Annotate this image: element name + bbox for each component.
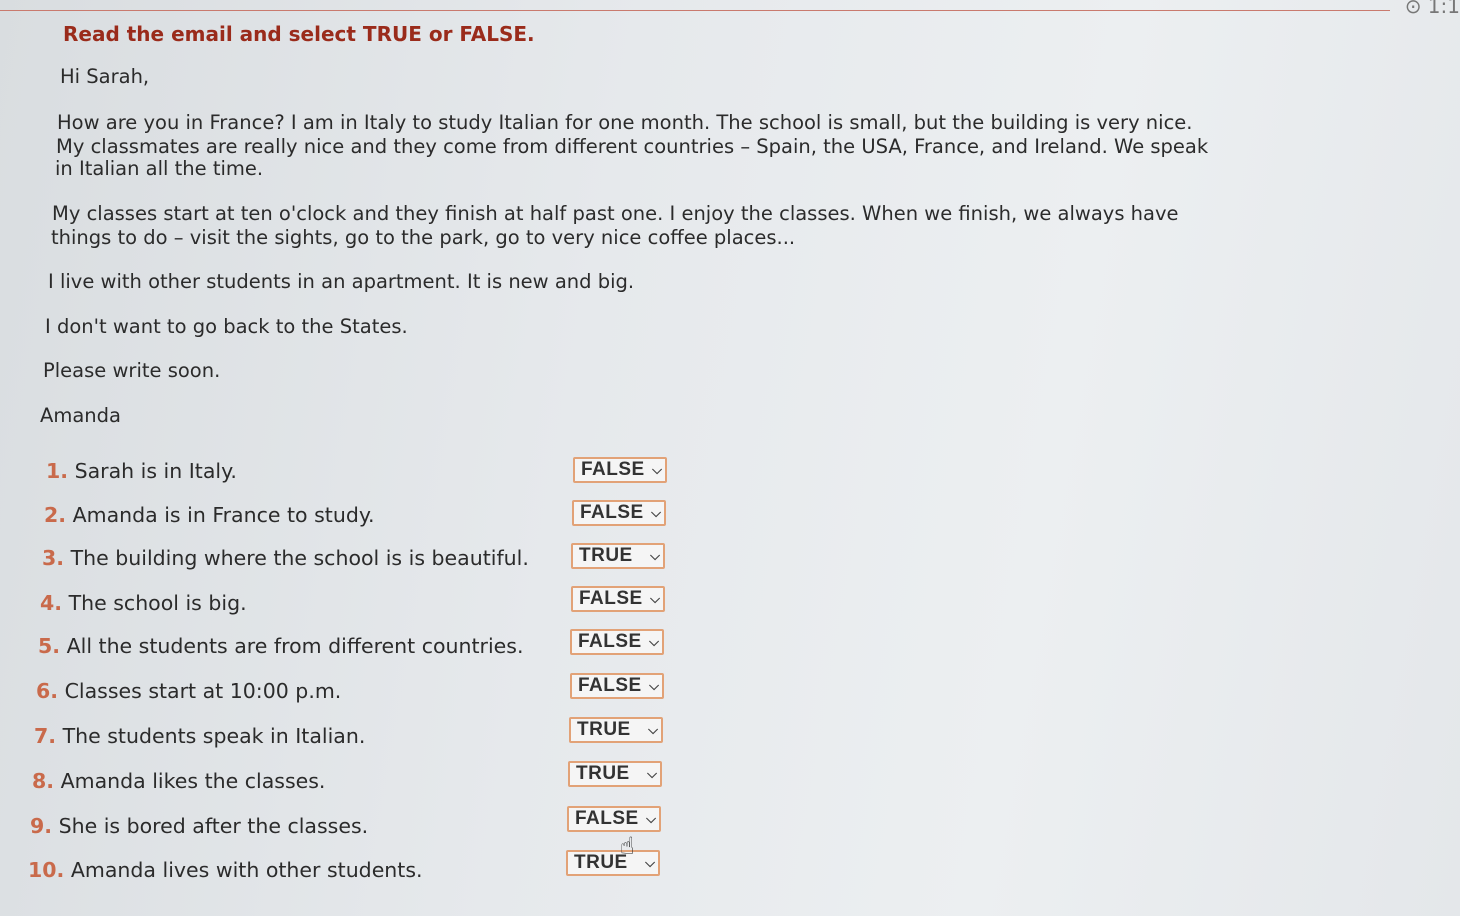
selected-value: FALSE bbox=[579, 588, 643, 609]
question-10: 10. Amanda lives with other students. bbox=[28, 858, 423, 882]
selected-value: FALSE bbox=[580, 502, 644, 523]
email-line: things to do – visit the sights, go to t… bbox=[51, 226, 796, 249]
chevron-down-icon: ⌵ bbox=[649, 634, 659, 649]
question-4: 4. The school is big. bbox=[40, 591, 247, 615]
selected-value: TRUE bbox=[579, 545, 633, 566]
question-text: Amanda lives with other students. bbox=[70, 858, 423, 882]
selected-value: FALSE bbox=[575, 808, 639, 829]
email-line: I don't want to go back to the States. bbox=[45, 315, 408, 338]
question-text: Amanda likes the classes. bbox=[60, 769, 326, 793]
chevron-down-icon: ⌵ bbox=[650, 591, 660, 606]
chevron-down-icon: ⌵ bbox=[651, 505, 661, 520]
question-8: 8. Amanda likes the classes. bbox=[32, 769, 325, 793]
email-line: Please write soon. bbox=[43, 359, 221, 382]
answer-select-6[interactable]: FALSE ⌵ bbox=[570, 673, 664, 699]
answer-select-7[interactable]: TRUE ⌵ bbox=[569, 717, 663, 743]
selected-value: FALSE bbox=[581, 459, 645, 480]
hand-pointer-icon: ☝ bbox=[620, 832, 635, 860]
question-number: 2. bbox=[44, 503, 67, 527]
instructions-heading: Read the email and select TRUE or FALSE. bbox=[63, 22, 535, 46]
selected-value: TRUE bbox=[576, 763, 630, 784]
question-number: 10. bbox=[28, 858, 65, 882]
answer-select-1[interactable]: FALSE ⌵ bbox=[573, 457, 667, 483]
email-line: How are you in France? I am in Italy to … bbox=[57, 111, 1193, 134]
question-number: 8. bbox=[32, 769, 55, 793]
question-text: Sarah is in Italy. bbox=[74, 459, 237, 483]
corner-indicator: ⊙ 1:1 bbox=[1404, 0, 1460, 18]
chevron-down-icon: ⌵ bbox=[647, 766, 657, 781]
answer-select-10[interactable]: TRUE ⌵ bbox=[566, 850, 660, 876]
answer-select-8[interactable]: TRUE ⌵ bbox=[568, 761, 662, 787]
question-6: 6. Classes start at 10:00 p.m. bbox=[36, 679, 341, 703]
question-number: 6. bbox=[36, 679, 59, 703]
answer-select-3[interactable]: TRUE ⌵ bbox=[571, 543, 665, 569]
question-text: All the students are from different coun… bbox=[66, 634, 524, 658]
question-number: 4. bbox=[40, 591, 63, 615]
chevron-down-icon: ⌵ bbox=[649, 678, 659, 693]
email-line: I live with other students in an apartme… bbox=[48, 270, 635, 293]
email-line: My classmates are really nice and they c… bbox=[56, 135, 1209, 158]
answer-select-9[interactable]: FALSE ⌵ bbox=[567, 806, 661, 832]
question-1: 1. Sarah is in Italy. bbox=[46, 459, 237, 483]
question-3: 3. The building where the school is is b… bbox=[42, 546, 529, 570]
top-divider bbox=[0, 10, 1390, 11]
answer-select-4[interactable]: FALSE ⌵ bbox=[571, 586, 665, 612]
answer-select-5[interactable]: FALSE ⌵ bbox=[570, 629, 664, 655]
question-number: 9. bbox=[30, 814, 53, 838]
email-signature: Amanda bbox=[40, 404, 121, 427]
selected-value: FALSE bbox=[578, 675, 642, 696]
chevron-down-icon: ⌵ bbox=[648, 722, 658, 737]
question-number: 5. bbox=[38, 634, 61, 658]
question-number: 3. bbox=[42, 546, 65, 570]
email-line: My classes start at ten o'clock and they… bbox=[52, 202, 1179, 225]
email-line: in Italian all the time. bbox=[55, 157, 264, 180]
question-number: 7. bbox=[34, 724, 57, 748]
question-2: 2. Amanda is in France to study. bbox=[44, 503, 375, 527]
question-5: 5. All the students are from different c… bbox=[38, 634, 524, 658]
email-greeting: Hi Sarah, bbox=[60, 65, 150, 88]
chevron-down-icon: ⌵ bbox=[646, 811, 656, 826]
question-7: 7. The students speak in Italian. bbox=[34, 724, 365, 748]
selected-value: TRUE bbox=[577, 719, 631, 740]
selected-value: FALSE bbox=[578, 631, 642, 652]
question-text: Amanda is in France to study. bbox=[72, 503, 375, 527]
question-text: Classes start at 10:00 p.m. bbox=[64, 679, 342, 703]
chevron-down-icon: ⌵ bbox=[650, 548, 660, 563]
question-number: 1. bbox=[46, 459, 69, 483]
question-text: The students speak in Italian. bbox=[62, 724, 366, 748]
question-text: She is bored after the classes. bbox=[58, 814, 369, 838]
question-text: The building where the school is is beau… bbox=[70, 546, 529, 570]
question-text: The school is big. bbox=[68, 591, 247, 615]
answer-select-2[interactable]: FALSE ⌵ bbox=[572, 500, 666, 526]
question-9: 9. She is bored after the classes. bbox=[30, 814, 368, 838]
chevron-down-icon: ⌵ bbox=[645, 855, 655, 870]
chevron-down-icon: ⌵ bbox=[652, 462, 662, 477]
